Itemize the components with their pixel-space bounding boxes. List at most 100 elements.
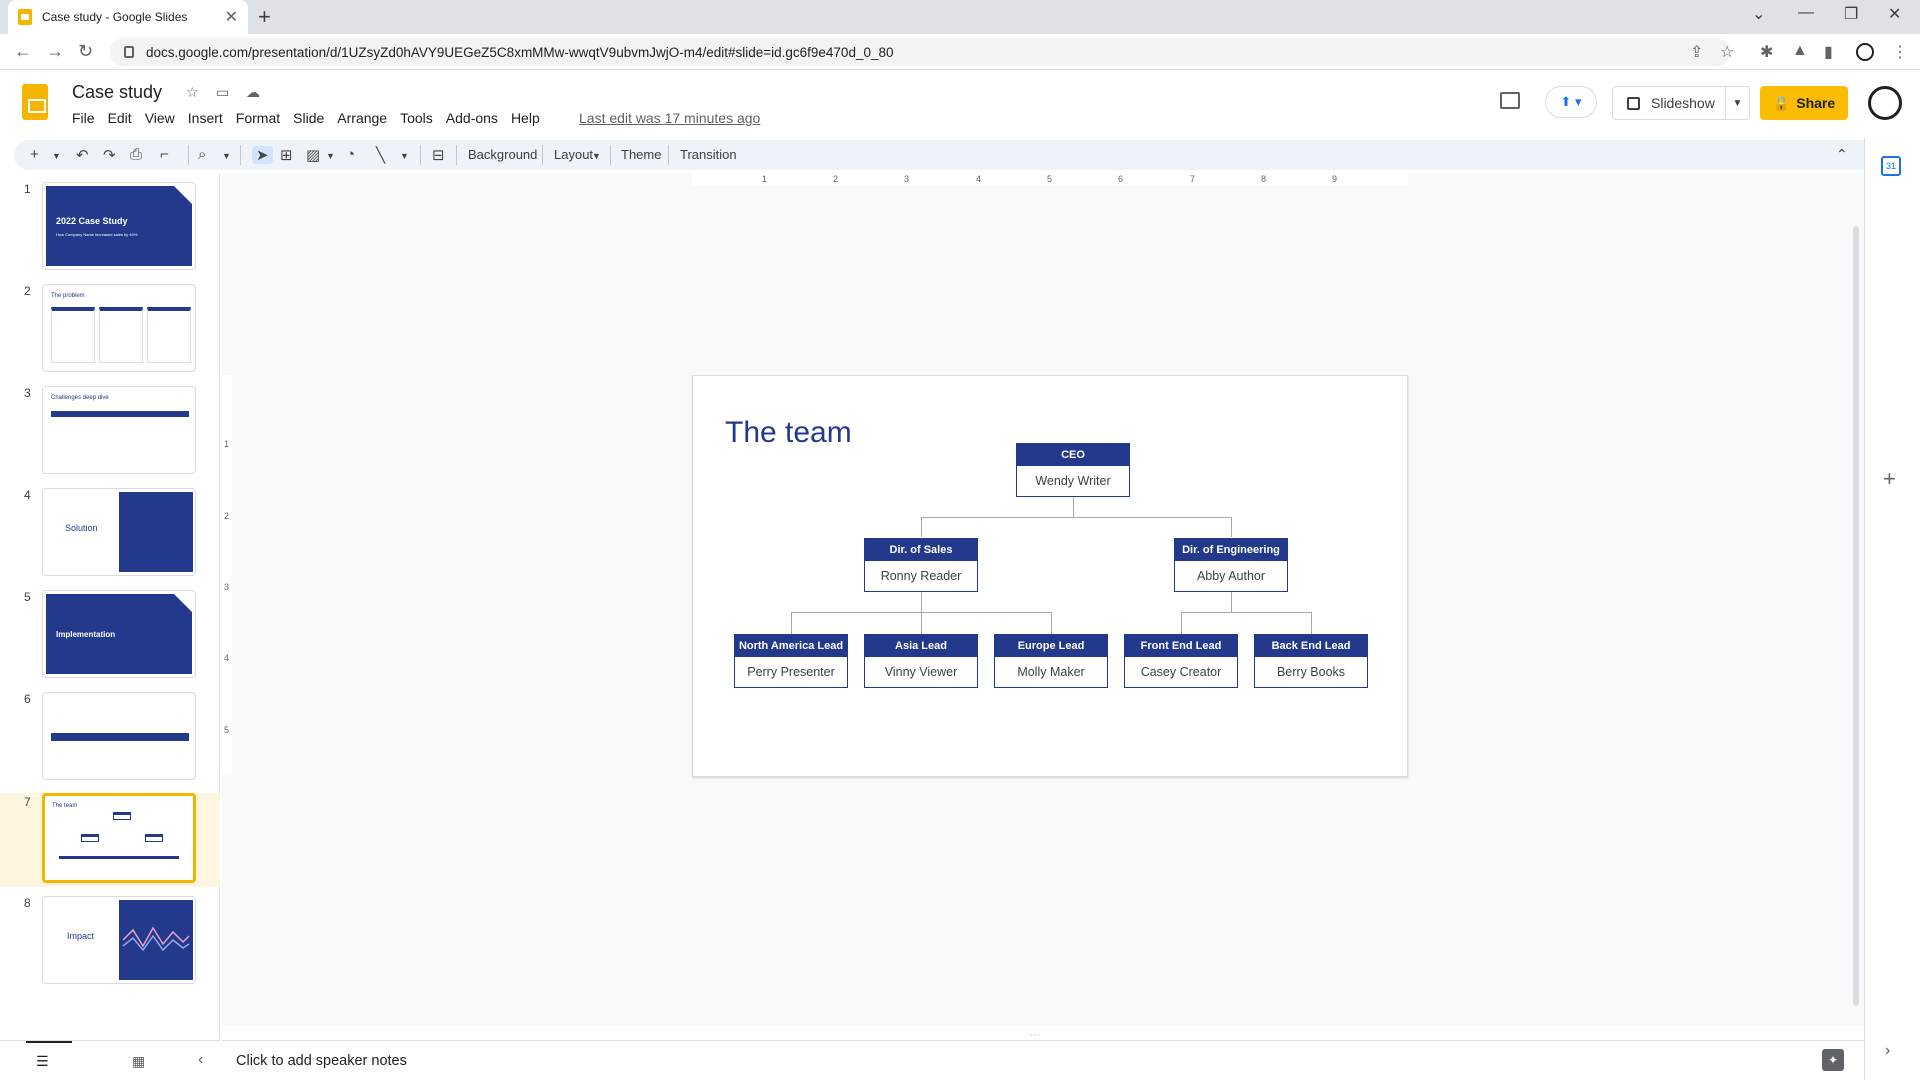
reload-icon[interactable]: ↻ (78, 41, 93, 62)
url-field[interactable]: docs.google.com/presentation/d/1UZsyZd0h… (110, 38, 1730, 66)
add-comment-icon[interactable]: ⊟ (432, 146, 445, 164)
close-tab-icon[interactable]: ✕ (225, 7, 238, 27)
menu-arrange[interactable]: Arrange (337, 110, 387, 126)
slide-thumbnail-7[interactable]: The team (42, 793, 196, 883)
org-box-north-america[interactable]: North America Lead Perry Presenter (734, 634, 848, 688)
org-box-asia[interactable]: Asia Lead Vinny Viewer (864, 634, 978, 688)
account-avatar[interactable] (1868, 86, 1902, 120)
slide-thumbnail-6[interactable] (42, 692, 196, 780)
side-panel-icon[interactable]: ▮ (1824, 42, 1833, 62)
star-icon[interactable]: ☆ (186, 84, 199, 101)
cloud-status-icon[interactable]: ☁ (246, 84, 260, 101)
canvas-scrollbar[interactable] (1853, 226, 1859, 1006)
speaker-notes[interactable]: Click to add speaker notes ✦ (222, 1040, 1864, 1080)
paint-format-icon[interactable]: ⌐ (160, 146, 169, 163)
calendar-icon[interactable]: 31 (1881, 156, 1901, 176)
move-folder-icon[interactable]: ▭ (216, 84, 229, 101)
line-icon[interactable]: ╲ (376, 146, 385, 164)
menu-insert[interactable]: Insert (188, 110, 223, 126)
redo-icon[interactable]: ↷ (103, 146, 116, 164)
org-box-engineering[interactable]: Dir. of Engineering Abby Author (1174, 538, 1288, 592)
theme-button[interactable]: Theme (621, 147, 661, 162)
menu-tools[interactable]: Tools (400, 110, 433, 126)
slideshow-dropdown-icon[interactable]: ▼ (1725, 86, 1749, 120)
slideshow-button[interactable]: Slideshow ▼ (1612, 86, 1750, 120)
speaker-notes-placeholder[interactable]: Click to add speaker notes (236, 1053, 407, 1069)
get-addons-icon[interactable]: + (1883, 466, 1896, 492)
zoom-icon[interactable]: ⌕ (198, 146, 206, 163)
thumb-arrow-band (51, 411, 189, 417)
close-window-icon[interactable]: ✕ (1888, 4, 1901, 24)
profile-icon[interactable] (1856, 43, 1874, 61)
back-icon[interactable]: ← (14, 41, 32, 62)
select-cursor-icon[interactable]: ➤ (252, 146, 273, 164)
collapse-filmstrip-icon[interactable]: ‹ (198, 1051, 203, 1069)
slides-logo-icon[interactable] (22, 84, 48, 120)
bookmark-star-icon[interactable]: ☆ (1720, 42, 1734, 62)
menu-edit[interactable]: Edit (108, 110, 132, 126)
image-icon[interactable]: ▨ (306, 146, 320, 164)
meet-present-button[interactable]: ⬆ ▾ (1545, 86, 1597, 118)
menu-slide[interactable]: Slide (293, 110, 324, 126)
org-box-sales[interactable]: Dir. of Sales Ronny Reader (864, 538, 978, 592)
slide-thumbnail-5[interactable]: Implementation (42, 590, 196, 678)
new-slide-dropdown-icon[interactable]: ▼ (52, 151, 61, 161)
background-button[interactable]: Background (468, 147, 537, 162)
comment-history-icon[interactable] (1500, 92, 1520, 109)
org-role: Front End Lead (1125, 635, 1237, 657)
shape-icon[interactable]: ◔ (346, 146, 355, 163)
extension-flask-icon[interactable]: ▲ (1792, 42, 1808, 60)
slide-title[interactable]: The team (725, 416, 852, 450)
org-box-ceo[interactable]: CEO Wendy Writer (1016, 443, 1130, 497)
tab-search-icon[interactable]: ⌄ (1752, 4, 1765, 24)
org-box-back-end[interactable]: Back End Lead Berry Books (1254, 634, 1368, 688)
document-title[interactable]: Case study (72, 82, 162, 103)
slide[interactable]: The team CEO Wendy Writer Dir. of Sales … (692, 375, 1408, 777)
connector-line (1051, 612, 1052, 634)
line-dropdown-icon[interactable]: ▼ (400, 151, 409, 161)
org-box-europe[interactable]: Europe Lead Molly Maker (994, 634, 1108, 688)
filmstrip-view-icon[interactable]: ☰ (36, 1053, 49, 1070)
new-slide-icon[interactable]: + (30, 146, 39, 163)
menu-view[interactable]: View (145, 110, 175, 126)
transition-button[interactable]: Transition (680, 147, 737, 162)
new-tab-icon[interactable]: + (258, 4, 271, 30)
slide-thumbnail-3[interactable]: Challenges deep dive (42, 386, 196, 474)
share-page-icon[interactable]: ⇪ (1690, 42, 1703, 62)
org-box-front-end[interactable]: Front End Lead Casey Creator (1124, 634, 1238, 688)
menu-addons[interactable]: Add-ons (446, 110, 498, 126)
chrome-menu-icon[interactable]: ⋮ (1892, 42, 1908, 62)
thumb-org-box (81, 834, 99, 842)
zoom-dropdown-icon[interactable]: ▼ (222, 151, 231, 161)
layout-dropdown-icon[interactable]: ▼ (592, 151, 601, 161)
show-side-panel-icon[interactable]: › (1885, 1042, 1890, 1060)
text-box-icon[interactable]: ⊞ (280, 146, 293, 164)
browser-tab-bar: Case study - Google Slides ✕ + ⌄ — ❐ ✕ (0, 0, 1920, 34)
grid-view-icon[interactable]: ▦ (132, 1053, 145, 1070)
slide-thumbnail-4[interactable]: Solution (42, 488, 196, 576)
thumb-corner-decoration (174, 594, 192, 612)
browser-tab[interactable]: Case study - Google Slides ✕ (8, 0, 248, 34)
menu-format[interactable]: Format (236, 110, 280, 126)
last-edit-link[interactable]: Last edit was 17 minutes ago (579, 110, 760, 126)
menu-file[interactable]: File (72, 110, 95, 126)
explore-icon[interactable]: ✦ (1822, 1049, 1844, 1071)
image-dropdown-icon[interactable]: ▼ (326, 151, 335, 161)
minimize-icon[interactable]: — (1798, 4, 1814, 22)
menu-help[interactable]: Help (511, 110, 540, 126)
share-button[interactable]: 🔒 Share (1760, 86, 1848, 120)
extensions-icon[interactable]: ✱ (1760, 42, 1773, 62)
slide-thumbnail-1[interactable]: 2022 Case Study How Company Name increase… (42, 182, 196, 270)
layout-button[interactable]: Layout (554, 147, 593, 162)
collapse-toolbar-icon[interactable]: ⌃ (1836, 146, 1848, 163)
slide-thumbnail-2[interactable]: The problem (42, 284, 196, 372)
print-icon[interactable]: ⎙ (130, 146, 142, 163)
forward-icon[interactable]: → (46, 41, 64, 62)
connector-line (1073, 497, 1074, 517)
ruler-number: 5 (224, 725, 230, 735)
undo-icon[interactable]: ↶ (76, 146, 89, 164)
connector-line (921, 592, 922, 612)
slide-thumbnail-8[interactable]: Impact (42, 896, 196, 984)
connector-line (921, 517, 1231, 518)
restore-icon[interactable]: ❐ (1844, 4, 1858, 24)
